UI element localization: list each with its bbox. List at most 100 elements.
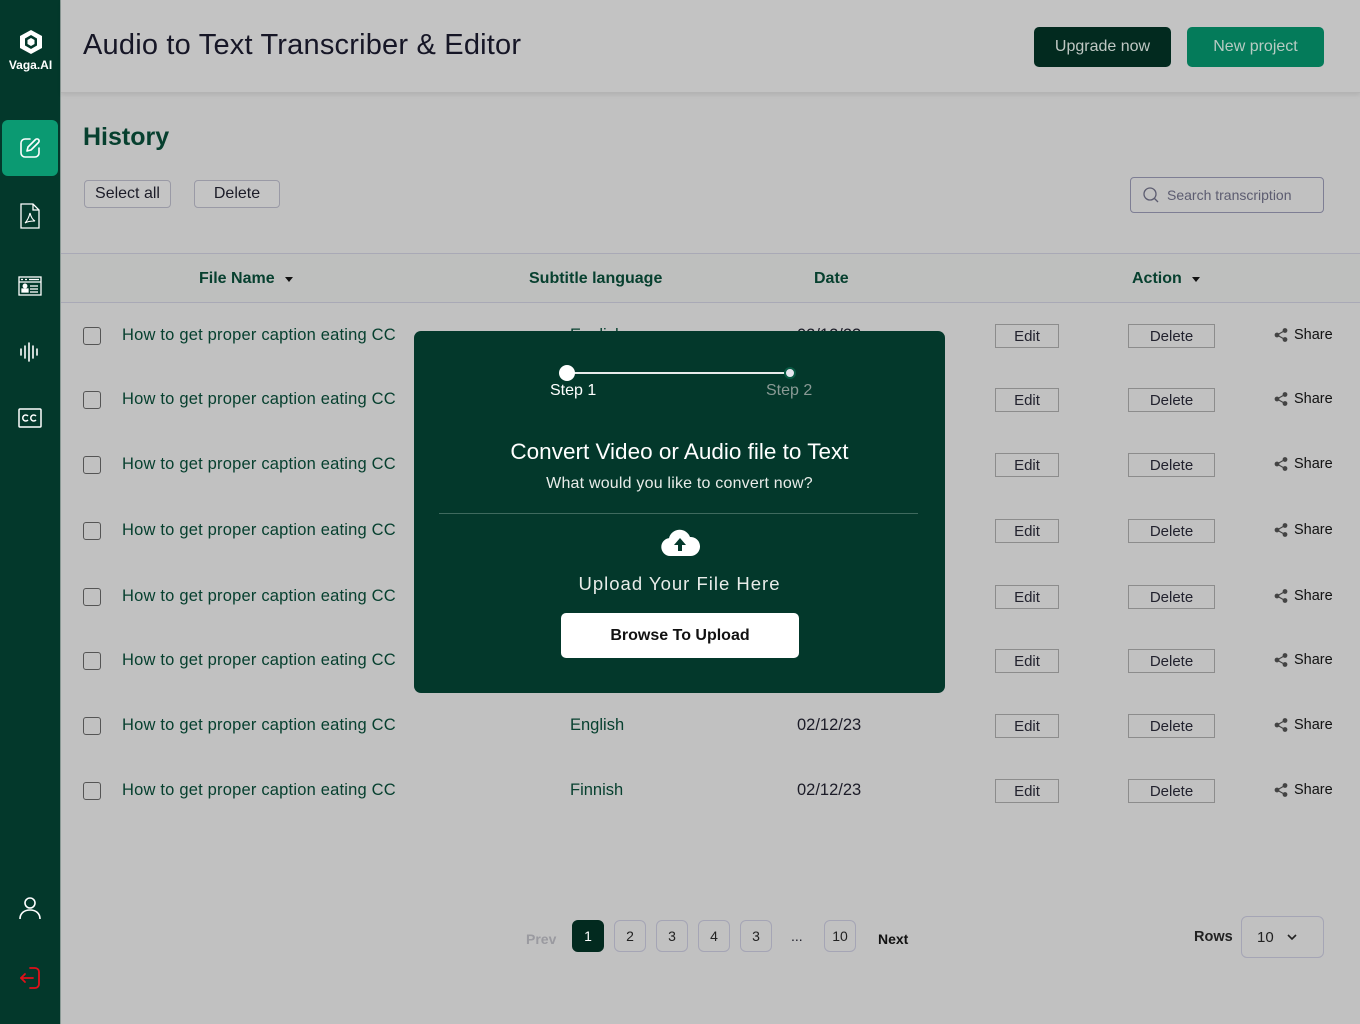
page-button[interactable]: 3 xyxy=(740,920,772,952)
select-all-button[interactable]: Select all xyxy=(84,180,171,208)
file-name-link[interactable]: How to get proper caption eating CC xyxy=(122,326,396,345)
share-icon xyxy=(1274,718,1288,732)
column-subtitle-language: Subtitle language xyxy=(529,270,662,288)
delete-button[interactable]: Delete xyxy=(1128,519,1215,543)
pdf-icon xyxy=(20,203,40,229)
share-button[interactable]: Share xyxy=(1274,652,1333,668)
file-name-link[interactable]: How to get proper caption eating CC xyxy=(122,587,396,606)
row-checkbox[interactable] xyxy=(83,652,101,670)
column-label: Subtitle language xyxy=(529,270,663,287)
share-icon xyxy=(1274,783,1288,797)
row-checkbox[interactable] xyxy=(83,391,101,409)
prev-page-button[interactable]: Prev xyxy=(526,931,556,947)
sidebar-item-audio[interactable] xyxy=(2,324,58,380)
sidebar-item-captions[interactable] xyxy=(2,390,58,446)
row-checkbox[interactable] xyxy=(83,588,101,606)
user-icon xyxy=(19,897,41,920)
step-2-label: Step 2 xyxy=(766,382,813,399)
new-project-button[interactable]: New project xyxy=(1187,27,1324,67)
page-button[interactable]: 10 xyxy=(824,920,856,952)
share-button[interactable]: Share xyxy=(1274,588,1333,604)
history-title: History xyxy=(83,123,170,151)
share-icon xyxy=(1274,653,1288,667)
upload-modal: Step 1 Step 2 Convert Video or Audio fil… xyxy=(414,331,945,693)
sidebar-item-account[interactable] xyxy=(2,880,58,936)
page-button[interactable]: 1 xyxy=(572,920,604,952)
column-file-name[interactable]: File Name xyxy=(199,270,293,288)
share-label: Share xyxy=(1294,588,1333,604)
rows-label: Rows xyxy=(1194,929,1233,945)
brand-name: Vaga.AI xyxy=(8,58,53,72)
row-checkbox[interactable] xyxy=(83,522,101,540)
page-button[interactable]: 3 xyxy=(656,920,688,952)
row-checkbox[interactable] xyxy=(83,456,101,474)
file-name-link[interactable]: How to get proper caption eating CC xyxy=(122,716,396,735)
column-action[interactable]: Action xyxy=(1132,270,1200,288)
share-button[interactable]: Share xyxy=(1274,782,1333,798)
share-label: Share xyxy=(1294,652,1333,668)
row-date: 02/12/23 xyxy=(797,781,862,799)
file-name-link[interactable]: How to get proper caption eating CC xyxy=(122,390,396,409)
delete-button[interactable]: Delete xyxy=(1128,453,1215,477)
logo[interactable]: Vaga.AI xyxy=(0,28,61,72)
edit-button[interactable]: Edit xyxy=(995,324,1059,348)
page-button[interactable]: 2 xyxy=(614,920,646,952)
share-button[interactable]: Share xyxy=(1274,327,1333,343)
audio-wave-icon xyxy=(20,342,38,362)
delete-button[interactable]: Delete xyxy=(1128,779,1215,803)
upload-label: Upload Your File Here xyxy=(578,573,781,594)
share-button[interactable]: Share xyxy=(1274,391,1333,407)
sort-caret-icon xyxy=(284,276,293,282)
browse-to-upload-button[interactable]: Browse To Upload xyxy=(561,613,799,658)
row-checkbox[interactable] xyxy=(83,717,101,735)
delete-button[interactable]: Delete xyxy=(1128,714,1215,738)
hexagon-logo-icon xyxy=(19,30,42,54)
edit-button[interactable]: Edit xyxy=(995,519,1059,543)
edit-button[interactable]: Edit xyxy=(995,585,1059,609)
delete-button[interactable]: Delete xyxy=(1128,585,1215,609)
delete-button[interactable]: Delete xyxy=(1128,649,1215,673)
cc-icon xyxy=(18,408,42,428)
sidebar: Vaga.AI xyxy=(0,0,61,1024)
row-checkbox[interactable] xyxy=(83,327,101,345)
share-button[interactable]: Share xyxy=(1274,456,1333,472)
search-icon xyxy=(1143,187,1159,203)
pagination-ellipsis: ... xyxy=(791,928,803,944)
share-button[interactable]: Share xyxy=(1274,522,1333,538)
file-name-link[interactable]: How to get proper caption eating CC xyxy=(122,781,396,800)
modal-title: Convert Video or Audio file to Text xyxy=(510,439,849,464)
search-input[interactable] xyxy=(1167,187,1317,203)
rows-per-page-select[interactable]: 10 xyxy=(1241,916,1324,958)
file-name-link[interactable]: How to get proper caption eating CC xyxy=(122,521,396,540)
search-box[interactable] xyxy=(1130,177,1324,213)
upgrade-now-button[interactable]: Upgrade now xyxy=(1034,27,1171,67)
file-name-link[interactable]: How to get proper caption eating CC xyxy=(122,651,396,670)
modal-subtitle: What would you like to convert now? xyxy=(546,475,813,492)
edit-button[interactable]: Edit xyxy=(995,649,1059,673)
share-label: Share xyxy=(1294,717,1333,733)
stepper-line xyxy=(567,372,791,374)
delete-button[interactable]: Delete xyxy=(1128,324,1215,348)
file-name-link[interactable]: How to get proper caption eating CC xyxy=(122,455,396,474)
share-icon xyxy=(1274,523,1288,537)
column-date: Date xyxy=(814,270,849,288)
subtitle-language: Finnish xyxy=(570,781,624,799)
page-button[interactable]: 4 xyxy=(698,920,730,952)
edit-button[interactable]: Edit xyxy=(995,388,1059,412)
sidebar-item-profile[interactable] xyxy=(2,258,58,314)
share-icon xyxy=(1274,328,1288,342)
rows-value: 10 xyxy=(1257,928,1274,946)
delete-button[interactable]: Delete xyxy=(1128,388,1215,412)
delete-selected-button[interactable]: Delete xyxy=(194,180,280,208)
sidebar-item-pdf[interactable] xyxy=(2,188,58,244)
edit-button[interactable]: Edit xyxy=(995,714,1059,738)
step-1-label: Step 1 xyxy=(550,382,597,399)
share-label: Share xyxy=(1294,456,1333,472)
sidebar-item-editor[interactable] xyxy=(2,120,58,176)
edit-button[interactable]: Edit xyxy=(995,779,1059,803)
share-button[interactable]: Share xyxy=(1274,717,1333,733)
sidebar-item-logout[interactable] xyxy=(2,950,58,1006)
row-checkbox[interactable] xyxy=(83,782,101,800)
next-page-button[interactable]: Next xyxy=(878,931,908,947)
edit-button[interactable]: Edit xyxy=(995,453,1059,477)
